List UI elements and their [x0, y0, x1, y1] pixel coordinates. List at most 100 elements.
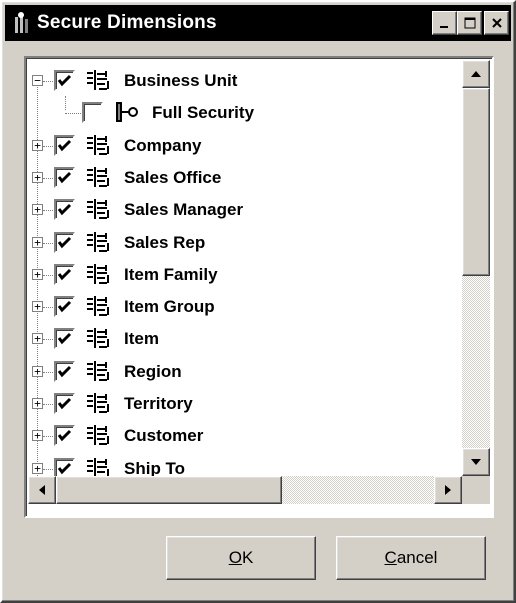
- dimension-icon: [86, 198, 112, 222]
- tree-connector: [43, 275, 53, 276]
- arrow-left-icon: [39, 485, 45, 495]
- ok-button[interactable]: OK: [166, 536, 316, 580]
- item-checkbox[interactable]: [54, 361, 75, 382]
- tree-item[interactable]: + Ship To: [28, 453, 462, 476]
- expand-icon[interactable]: +: [32, 269, 43, 280]
- cancel-button[interactable]: Cancel: [336, 536, 486, 580]
- item-checkbox[interactable]: [54, 425, 75, 446]
- tree-item-label: Sales Rep: [124, 233, 206, 252]
- tree-connector: [43, 81, 53, 82]
- minimize-button[interactable]: [432, 11, 457, 35]
- tree-item[interactable]: + Sales Manager: [28, 194, 462, 226]
- expand-icon[interactable]: +: [32, 333, 43, 344]
- tree-item[interactable]: + Sales Office: [28, 162, 462, 194]
- tree-item-label: Business Unit: [124, 71, 238, 90]
- title-bar[interactable]: Secure Dimensions: [5, 5, 511, 41]
- item-checkbox[interactable]: [54, 328, 75, 349]
- dimension-icon: [86, 327, 112, 351]
- tree-item-label: Item Family: [124, 265, 218, 284]
- dimension-icon: [86, 134, 112, 158]
- expand-icon[interactable]: +: [32, 172, 43, 183]
- tree-item-label: Sales Manager: [124, 200, 244, 219]
- expand-icon[interactable]: +: [32, 204, 43, 215]
- scroll-up-button[interactable]: [462, 60, 490, 88]
- tree-item[interactable]: + Item: [28, 323, 462, 355]
- tree-connector: [43, 339, 53, 340]
- ok-label: K: [241, 548, 254, 567]
- dimension-icon: [86, 231, 112, 255]
- tree-item-label: Item: [124, 329, 159, 348]
- arrow-down-icon: [471, 459, 481, 465]
- expand-icon[interactable]: +: [32, 237, 43, 248]
- tree-connector: [43, 243, 53, 244]
- item-checkbox[interactable]: [54, 232, 75, 253]
- tree-item-label: Region: [124, 362, 182, 381]
- tree-connector: [43, 307, 53, 308]
- item-checkbox[interactable]: [54, 135, 75, 156]
- tree-item-label: Full Security: [152, 103, 255, 122]
- secure-dimensions-dialog: Secure Dimensions − Business Unit Full S…: [0, 0, 516, 603]
- close-button[interactable]: [484, 11, 509, 35]
- tree-item[interactable]: + Company: [28, 130, 462, 162]
- tree-connector: [65, 113, 81, 114]
- tree-connector: [43, 372, 53, 373]
- tree-connector: [43, 469, 53, 470]
- close-icon: [491, 18, 502, 28]
- item-checkbox[interactable]: [54, 167, 75, 188]
- tree-item[interactable]: + Sales Rep: [28, 227, 462, 259]
- dimension-icon: [86, 69, 112, 93]
- expand-icon[interactable]: +: [32, 366, 43, 377]
- tree-connector: [43, 404, 53, 405]
- minimize-icon: [439, 26, 448, 28]
- horizontal-scrollbar[interactable]: [28, 476, 462, 504]
- collapse-icon[interactable]: −: [32, 75, 43, 86]
- dimension-tree: − Business Unit Full Security + Company + Sale…: [24, 56, 494, 518]
- dimension-icon: [86, 424, 112, 448]
- item-checkbox[interactable]: [54, 264, 75, 285]
- vertical-scrollbar[interactable]: [462, 60, 490, 476]
- tree-connector: [43, 210, 53, 211]
- tree-item-label: Sales Office: [124, 168, 222, 187]
- tree-connector: [43, 146, 53, 147]
- tree-item[interactable]: + Region: [28, 356, 462, 388]
- dimension-icon: [86, 392, 112, 416]
- tree-item[interactable]: Full Security: [28, 97, 462, 129]
- tree-view[interactable]: − Business Unit Full Security + Company + Sale…: [28, 60, 462, 476]
- scroll-left-button[interactable]: [28, 476, 56, 504]
- item-checkbox[interactable]: [54, 296, 75, 317]
- tree-item-label: Item Group: [124, 297, 215, 316]
- maximize-icon: [464, 17, 475, 29]
- tree-item-label: Customer: [124, 426, 204, 445]
- item-checkbox[interactable]: [82, 102, 103, 123]
- scroll-right-button[interactable]: [434, 476, 462, 504]
- item-checkbox[interactable]: [54, 199, 75, 220]
- dimension-icon: [86, 360, 112, 384]
- horizontal-scroll-thumb[interactable]: [56, 476, 282, 504]
- expand-icon[interactable]: +: [32, 430, 43, 441]
- maximize-button[interactable]: [457, 11, 482, 35]
- tree-connector: [43, 178, 53, 179]
- expand-icon[interactable]: +: [32, 140, 43, 151]
- tree-item[interactable]: + Territory: [28, 388, 462, 420]
- item-checkbox[interactable]: [54, 458, 75, 476]
- tree-item[interactable]: − Business Unit: [28, 65, 462, 97]
- expand-icon[interactable]: +: [32, 398, 43, 409]
- dimension-icon: [86, 457, 112, 476]
- expand-icon[interactable]: +: [32, 301, 43, 312]
- arrow-up-icon: [471, 71, 481, 77]
- ok-mnemonic: O: [228, 548, 242, 567]
- scroll-corner: [462, 476, 490, 504]
- scroll-thumb[interactable]: [462, 88, 490, 276]
- item-checkbox[interactable]: [54, 393, 75, 414]
- dimension-icon: [86, 166, 112, 190]
- tree-item[interactable]: + Customer: [28, 420, 462, 452]
- security-key-icon: [114, 101, 140, 125]
- cancel-mnemonic: C: [384, 548, 397, 567]
- tree-item[interactable]: + Item Group: [28, 291, 462, 323]
- dimension-icon: [86, 295, 112, 319]
- item-checkbox[interactable]: [54, 70, 75, 91]
- arrow-right-icon: [445, 485, 451, 495]
- expand-icon[interactable]: +: [32, 463, 43, 474]
- scroll-down-button[interactable]: [462, 448, 490, 476]
- tree-item[interactable]: + Item Family: [28, 259, 462, 291]
